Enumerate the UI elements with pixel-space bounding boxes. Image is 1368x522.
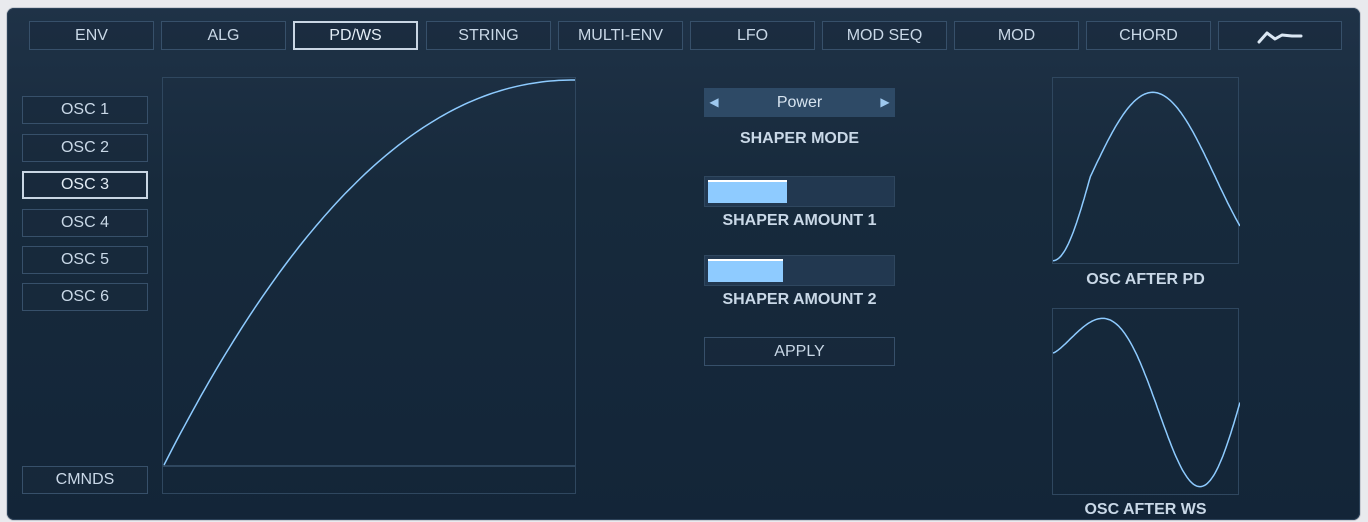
tab-env[interactable]: ENV [29,21,154,50]
command-bar [162,466,576,494]
shaper-mode-label: SHAPER MODE [739,130,860,147]
osc-2-button[interactable]: OSC 2 [22,134,148,162]
right-arrow-icon[interactable]: ▶ [875,88,895,117]
osc-1-button[interactable]: OSC 1 [22,96,148,124]
tab-mod-seq[interactable]: MOD SEQ [822,21,947,50]
shaper-amount-1-slider[interactable] [704,176,895,207]
shaper-amount-1-label: SHAPER AMOUNT 1 [722,212,877,229]
tab-string[interactable]: STRING [426,21,551,50]
osc-after-pd-display [1052,77,1240,264]
shaper-amount-1-fill [708,180,787,203]
tab-multi-env[interactable]: MULTI-ENV [558,21,683,50]
osc-after-pd-waveform [1053,91,1240,262]
tab-pd-ws[interactable]: PD/WS [293,21,418,50]
osc-after-ws-display [1052,308,1240,495]
osc-after-ws-waveform [1053,317,1240,488]
osc-3-button[interactable]: OSC 3 [22,171,148,199]
tab-alg[interactable]: ALG [161,21,286,50]
cmnds-button[interactable]: CMNDS [22,466,148,494]
tab-lfo[interactable]: LFO [690,21,815,50]
tab-chord[interactable]: CHORD [1086,21,1211,50]
osc-4-button[interactable]: OSC 4 [22,209,148,237]
apply-button[interactable]: APPLY [704,337,895,366]
shaper-mode-value: Power [776,94,823,111]
shaper-mode-selector[interactable]: ◀ Power ▶ [704,88,895,117]
shaper-amount-2-fill [708,259,783,282]
waveform-icon [1257,31,1303,44]
tab-waveform[interactable] [1218,21,1342,50]
left-arrow-icon[interactable]: ◀ [704,88,724,117]
osc-6-button[interactable]: OSC 6 [22,283,148,311]
tab-mod[interactable]: MOD [954,21,1079,50]
shaper-curve [163,79,575,466]
osc-after-pd-label: OSC AFTER PD [1086,271,1205,288]
osc-5-button[interactable]: OSC 5 [22,246,148,274]
shaper-curve-display[interactable] [162,77,576,466]
shaper-amount-2-label: SHAPER AMOUNT 2 [722,291,877,308]
osc-after-ws-label: OSC AFTER WS [1084,501,1207,518]
shaper-amount-2-slider[interactable] [704,255,895,286]
